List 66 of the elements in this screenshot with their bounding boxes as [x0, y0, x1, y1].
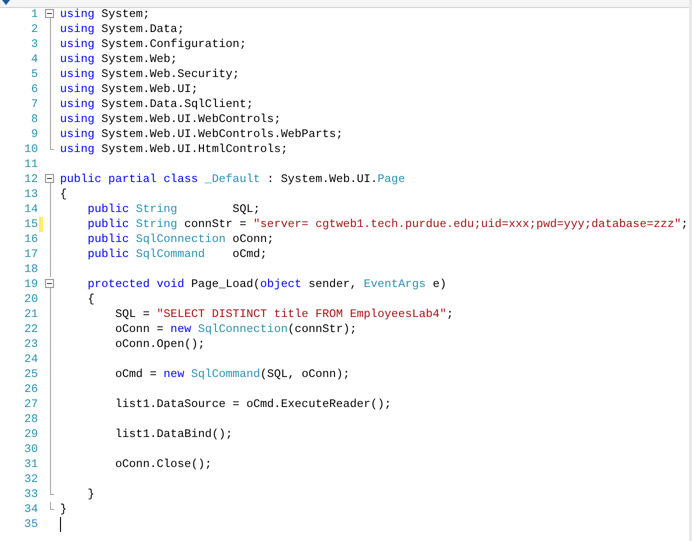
line-number: 30 — [23, 443, 38, 456]
code-line: using System.Configuration; — [59, 37, 246, 52]
line-number: 4 — [30, 53, 38, 66]
code-line: using System.Web.UI.WebControls; — [59, 112, 281, 127]
line-number: 10 — [23, 143, 38, 156]
line-number: 27 — [23, 398, 38, 411]
line-number: 9 — [30, 128, 38, 141]
code-line: public partial class _Default : System.Web.UI.Page — [59, 172, 406, 187]
code-line: { — [59, 187, 67, 202]
line-number: 1 — [30, 8, 38, 21]
line-number: 35 — [23, 518, 38, 531]
line-number: 23 — [23, 338, 38, 351]
line-number: 16 — [23, 233, 38, 246]
code-line: public String connStr = "server= cgtweb1.tech.purdue.edu;uid=xxx;pwd=yyy;database=zzz"; — [86, 217, 688, 232]
collapse-icon[interactable] — [45, 279, 54, 288]
code-line: oCmd = new SqlCommand(SQL, oConn); — [114, 367, 350, 382]
line-number: 18 — [23, 263, 38, 276]
line-number: 14 — [23, 203, 38, 216]
code-line: public SqlCommand oCmd; — [86, 247, 268, 262]
code-line: using System.Data.SqlClient; — [59, 97, 254, 112]
line-number: 11 — [23, 158, 38, 171]
line-number: 19 — [23, 278, 38, 291]
code-line: { — [86, 292, 95, 307]
line-number: 20 — [23, 293, 38, 306]
line-number: 33 — [23, 488, 38, 501]
code-line: list1.DataBind(); — [114, 427, 233, 442]
line-number: 8 — [30, 113, 38, 126]
line-number: 34 — [23, 503, 38, 516]
line-number: 2 — [30, 23, 38, 36]
code-line: using System.Web.UI.HtmlControls; — [59, 142, 288, 157]
code-line: SQL = "SELECT DISTINCT title FROM EmployeesLab4"; — [114, 307, 454, 322]
code-line: oConn.Close(); — [114, 457, 212, 472]
code-line: } — [59, 502, 67, 517]
line-number: 28 — [23, 413, 38, 426]
code-line: using System.Web.Security; — [59, 67, 240, 82]
line-number: 22 — [23, 323, 38, 336]
line-number: 29 — [23, 428, 38, 441]
line-number: 5 — [30, 68, 38, 81]
collapse-icon[interactable] — [45, 174, 54, 183]
code-line: oConn = new SqlConnection(connStr); — [114, 322, 357, 337]
code-line: public String SQL; — [86, 202, 260, 217]
line-number: 26 — [23, 383, 38, 396]
code-line: using System.Data; — [59, 22, 184, 37]
line-number: 17 — [23, 248, 38, 261]
line-number: 15 — [23, 218, 38, 231]
line-number: 31 — [23, 458, 38, 471]
line-number: 6 — [30, 83, 38, 96]
line-number: 7 — [30, 98, 38, 111]
code-line: using System.Web; — [59, 52, 178, 67]
code-line: protected void Page_Load(object sender, EventArgs e) — [86, 277, 447, 292]
code-line: list1.DataSource = oCmd.ExecuteReader(); — [114, 397, 392, 412]
code-line: using System.Web.UI; — [59, 82, 198, 97]
code-line: using System; — [59, 7, 150, 22]
code-line: using System.Web.UI.WebControls.WebParts; — [59, 127, 343, 142]
line-number: 21 — [23, 308, 38, 321]
code-line: } — [86, 487, 95, 502]
line-number: 13 — [23, 188, 38, 201]
line-number: 24 — [23, 353, 38, 366]
line-number: 32 — [23, 473, 38, 486]
line-number: 3 — [30, 38, 38, 51]
collapse-icon[interactable] — [45, 9, 54, 18]
line-number: 25 — [23, 368, 38, 381]
dropdown-caret-icon[interactable] — [2, 0, 10, 5]
code-line: public SqlConnection oConn; — [86, 232, 274, 247]
code-line: oConn.Open(); — [114, 337, 205, 352]
line-number: 12 — [23, 173, 38, 186]
